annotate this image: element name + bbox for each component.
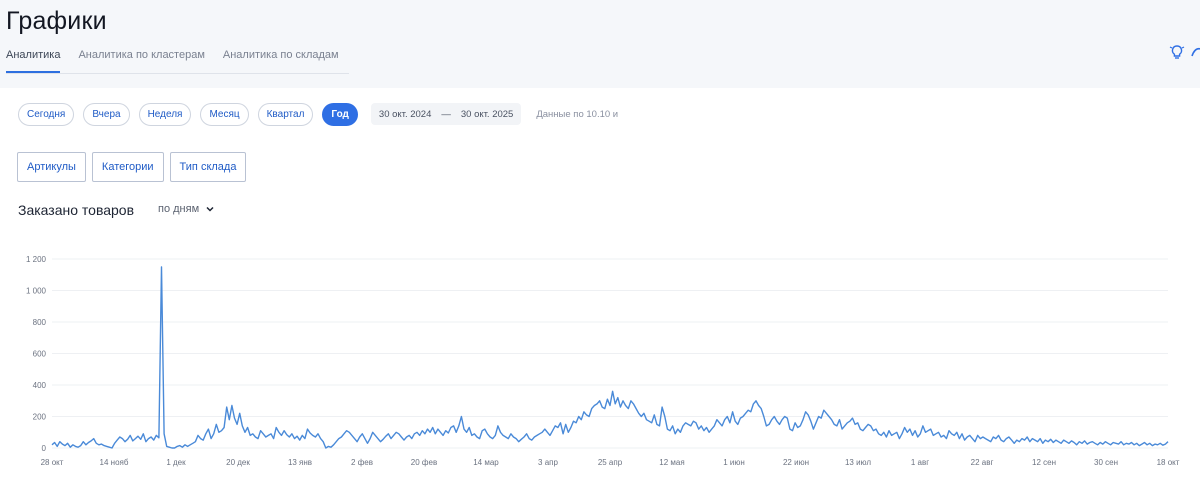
date-separator: — — [441, 108, 451, 120]
group-by-selector: Артикулы Категории Тип склада — [17, 152, 247, 182]
group-articles-button[interactable]: Артикулы — [17, 152, 86, 182]
y-tick-label: 1 200 — [26, 255, 47, 264]
x-tick-label: 20 дек — [226, 458, 250, 467]
tab-bar: Аналитика Аналитика по кластерам Аналити… — [6, 46, 349, 74]
group-warehouse-type-button[interactable]: Тип склада — [169, 152, 247, 182]
lightbulb-icon[interactable] — [1168, 43, 1186, 61]
x-tick-label: 25 апр — [598, 458, 623, 467]
date-range-picker[interactable]: 30 окт. 2024 — 30 окт. 2025 — [370, 103, 522, 125]
period-year-button[interactable]: Год — [322, 102, 358, 126]
data-freshness-note: Данные по 10.10 и — [536, 108, 619, 120]
period-today-button[interactable]: Сегодня — [18, 102, 75, 126]
x-tick-label: 1 июн — [723, 458, 745, 467]
y-tick-label: 800 — [33, 318, 47, 327]
x-tick-label: 1 авг — [911, 458, 929, 467]
orders-line-chart: 0 200 400 600 800 1 000 1 200 28 окт 14 нояб 1 де… — [26, 255, 1180, 467]
y-tick-label: 200 — [33, 413, 47, 422]
tab-cluster-analytics[interactable]: Аналитика по кластерам — [78, 46, 204, 73]
y-tick-label: 0 — [42, 444, 47, 453]
x-tick-label: 3 апр — [538, 458, 558, 467]
x-tick-label: 12 сен — [1032, 458, 1056, 467]
period-month-button[interactable]: Месяц — [200, 102, 249, 126]
x-tick-label: 2 фев — [351, 458, 373, 467]
x-tick-label: 22 авг — [971, 458, 994, 467]
x-tick-label: 14 мар — [473, 458, 499, 467]
chevron-down-icon — [206, 206, 214, 212]
x-tick-label: 14 нояб — [100, 458, 129, 467]
y-tick-label: 1 000 — [26, 287, 47, 296]
x-tick-label: 28 окт — [41, 458, 64, 467]
x-tick-label: 13 янв — [288, 458, 312, 467]
x-tick-label: 12 мая — [659, 458, 684, 467]
tab-analytics[interactable]: Аналитика — [6, 46, 61, 73]
series-line — [51, 266, 1169, 449]
header-band — [0, 0, 1200, 88]
y-tick-label: 400 — [33, 381, 47, 390]
x-tick-label: 18 окт — [1157, 458, 1180, 467]
chart-title: Заказано товаров — [18, 202, 135, 218]
y-tick-label: 600 — [33, 350, 47, 359]
granularity-value: по дням — [158, 203, 200, 215]
subscribe-icon[interactable] — [1189, 43, 1200, 61]
period-week-button[interactable]: Неделя — [138, 102, 192, 126]
x-tick-label: 20 фев — [411, 458, 437, 467]
period-yesterday-button[interactable]: Вчера — [83, 102, 130, 126]
date-from: 30 окт. 2024 — [378, 108, 432, 120]
period-selector: Сегодня Вчера Неделя Месяц Квартал Год 3… — [18, 102, 618, 126]
tab-warehouse-analytics[interactable]: Аналитика по складам — [223, 46, 339, 73]
page-title: Графики — [6, 7, 107, 35]
granularity-dropdown[interactable]: по дням — [158, 203, 215, 215]
date-to: 30 окт. 2025 — [460, 108, 514, 120]
group-categories-button[interactable]: Категории — [91, 152, 164, 182]
x-tick-label: 22 июн — [783, 458, 809, 467]
x-tick-label: 13 июл — [845, 458, 871, 467]
period-quarter-button[interactable]: Квартал — [257, 102, 314, 126]
x-tick-label: 1 дек — [166, 458, 186, 467]
x-tick-label: 30 сен — [1094, 458, 1118, 467]
